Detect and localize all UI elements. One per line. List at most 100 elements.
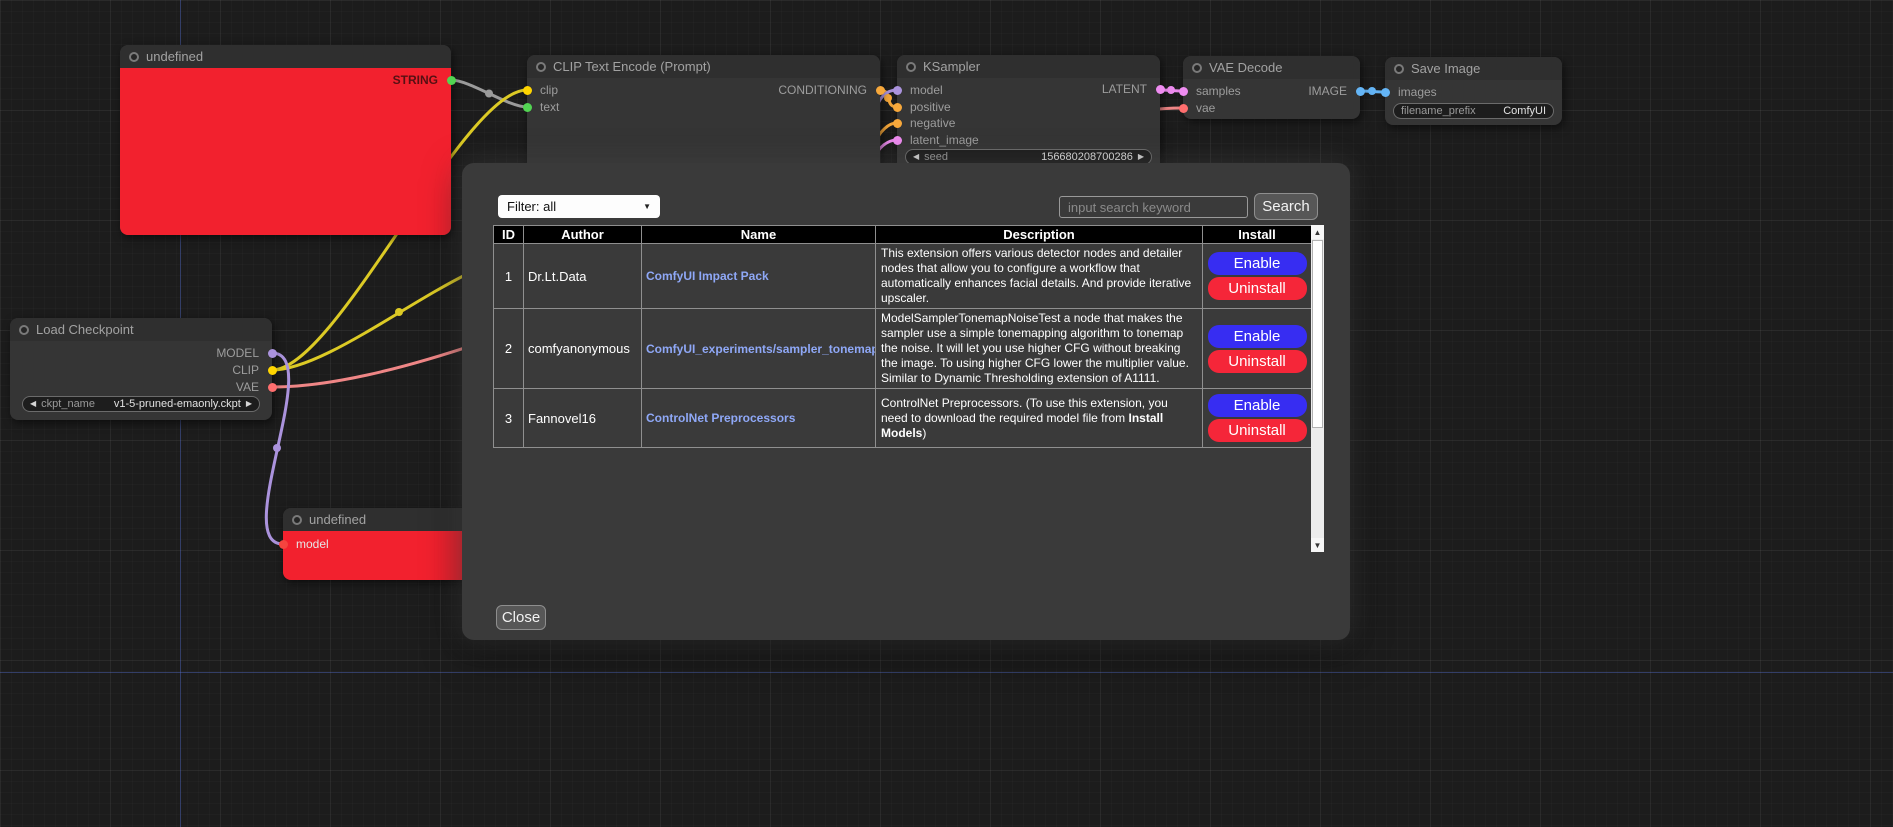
search-button[interactable]: Search — [1254, 193, 1318, 220]
enable-button[interactable]: Enable — [1208, 394, 1307, 417]
slot-label: images — [1398, 85, 1437, 99]
slot-label: latent_image — [910, 133, 979, 147]
output-slot-image[interactable]: IMAGE — [1183, 84, 1360, 98]
slot-label: vae — [1196, 101, 1215, 115]
table-header-row: ID Author Name Description Install — [494, 226, 1312, 244]
next-arrow-icon[interactable]: ▶ — [246, 400, 252, 408]
input-slot-latent-image[interactable]: latent_image — [897, 133, 1160, 147]
ckpt-name-widget[interactable]: ◀ ckpt_name v1-5-pruned-emaonly.ckpt ▶ — [22, 396, 260, 412]
scroll-down-icon[interactable]: ▼ — [1311, 538, 1324, 552]
extension-name-link[interactable]: ComfyUI Impact Pack — [646, 269, 769, 283]
collapse-icon[interactable] — [129, 52, 139, 62]
output-dot-clip[interactable] — [268, 366, 277, 375]
input-dot-latent-image[interactable] — [893, 136, 902, 145]
header-id: ID — [494, 226, 524, 244]
scroll-up-icon[interactable]: ▲ — [1311, 225, 1324, 239]
slot-label: STRING — [393, 73, 438, 87]
enable-button[interactable]: Enable — [1208, 252, 1307, 275]
link-midpoint-dot — [884, 94, 892, 102]
node-undefined-bottom[interactable]: undefined model — [283, 508, 483, 580]
node-graph-canvas[interactable]: undefined STRING CLIP Text Encode (Promp… — [0, 0, 1893, 827]
link-midpoint-dot — [485, 90, 493, 98]
canvas-axis-horizontal — [0, 672, 1893, 673]
decrement-arrow-icon[interactable]: ◀ — [913, 153, 919, 161]
header-description: Description — [876, 226, 1203, 244]
node-title: Load Checkpoint — [36, 322, 134, 337]
slot-label: model — [296, 537, 329, 551]
custom-nodes-manager-dialog: Filter: all ▼ Search ID Author Name Desc… — [462, 163, 1350, 640]
output-slot-latent[interactable]: LATENT — [897, 82, 1160, 96]
collapse-icon[interactable] — [292, 515, 302, 525]
table-scrollbar[interactable]: ▲ ▼ — [1311, 225, 1324, 552]
input-slot-images[interactable]: images — [1385, 85, 1562, 99]
wire-string-to-text — [451, 80, 527, 107]
cell-install: EnableUninstall — [1203, 309, 1312, 389]
cell-id: 2 — [494, 309, 524, 389]
input-dot-images[interactable] — [1381, 88, 1390, 97]
extension-table: ID Author Name Description Install 1Dr.L… — [493, 225, 1312, 448]
output-dot-image[interactable] — [1356, 87, 1365, 96]
input-dot-vae[interactable] — [1179, 104, 1188, 113]
uninstall-button[interactable]: Uninstall — [1208, 277, 1307, 300]
node-save-image[interactable]: Save Image images filename_prefix ComfyU… — [1385, 57, 1562, 125]
input-slot-negative[interactable]: negative — [897, 116, 1160, 130]
node-title-bar[interactable]: Load Checkpoint — [10, 318, 272, 341]
slot-label: LATENT — [1102, 82, 1147, 96]
output-dot-conditioning[interactable] — [876, 86, 885, 95]
widget-value: ComfyUI — [1503, 105, 1546, 117]
input-slot-vae[interactable]: vae — [1183, 101, 1360, 115]
node-title-bar[interactable]: CLIP Text Encode (Prompt) — [527, 55, 880, 78]
close-button[interactable]: Close — [496, 605, 546, 630]
widget-name: seed — [924, 151, 948, 163]
collapse-icon[interactable] — [536, 62, 546, 72]
uninstall-button[interactable]: Uninstall — [1208, 350, 1307, 373]
slot-label: MODEL — [216, 346, 259, 360]
input-slot-model[interactable]: model — [283, 537, 483, 551]
table-row: 1Dr.Lt.Data ComfyUI Impact Pack This exten… — [494, 244, 1312, 309]
widget-name: ckpt_name — [41, 398, 95, 410]
output-slot-string[interactable]: STRING — [120, 73, 451, 87]
output-dot-model[interactable] — [268, 349, 277, 358]
collapse-icon[interactable] — [19, 325, 29, 335]
previous-arrow-icon[interactable]: ◀ — [30, 400, 36, 408]
input-slot-positive[interactable]: positive — [897, 100, 1160, 114]
input-dot-text[interactable] — [523, 103, 532, 112]
node-title-bar[interactable]: undefined — [283, 508, 483, 531]
input-dot-model[interactable] — [279, 540, 288, 549]
cell-author: Dr.Lt.Data — [524, 244, 642, 309]
output-slot-conditioning[interactable]: CONDITIONING — [527, 83, 880, 97]
search-input[interactable] — [1059, 196, 1248, 218]
node-title-bar[interactable]: KSampler — [897, 55, 1160, 78]
node-title-bar[interactable]: VAE Decode — [1183, 56, 1360, 79]
filter-select[interactable]: Filter: all ▼ — [498, 195, 660, 218]
scrollbar-thumb[interactable] — [1312, 240, 1323, 428]
enable-button[interactable]: Enable — [1208, 325, 1307, 348]
node-title-bar[interactable]: undefined — [120, 45, 451, 68]
collapse-icon[interactable] — [1394, 64, 1404, 74]
slot-label: negative — [910, 116, 955, 130]
collapse-icon[interactable] — [906, 62, 916, 72]
output-dot-string[interactable] — [447, 76, 456, 85]
cell-name: ComfyUI_experiments/sampler_tonemap — [642, 309, 876, 389]
uninstall-button[interactable]: Uninstall — [1208, 419, 1307, 442]
extension-name-link[interactable]: ComfyUI_experiments/sampler_tonemap — [646, 342, 876, 356]
output-dot-vae[interactable] — [268, 383, 277, 392]
output-slot-model[interactable]: MODEL — [10, 346, 272, 360]
collapse-icon[interactable] — [1192, 63, 1202, 73]
input-slot-text[interactable]: text — [527, 100, 880, 114]
cell-description: This extension offers various detector n… — [876, 244, 1203, 309]
node-undefined-top[interactable]: undefined STRING — [120, 45, 451, 235]
node-vae-decode[interactable]: VAE Decode samples vae IMAGE — [1183, 56, 1360, 119]
output-slot-vae[interactable]: VAE — [10, 380, 272, 394]
filename-prefix-widget[interactable]: filename_prefix ComfyUI — [1393, 103, 1554, 119]
input-dot-negative[interactable] — [893, 119, 902, 128]
cell-id: 1 — [494, 244, 524, 309]
output-slot-clip[interactable]: CLIP — [10, 363, 272, 377]
node-load-checkpoint[interactable]: Load Checkpoint MODEL CLIP VAE ◀ ckpt_na… — [10, 318, 272, 420]
cell-description: ControlNet Preprocessors. (To use this e… — [876, 389, 1203, 448]
output-dot-latent[interactable] — [1156, 85, 1165, 94]
node-title-bar[interactable]: Save Image — [1385, 57, 1562, 80]
extension-name-link[interactable]: ControlNet Preprocessors — [646, 411, 795, 425]
input-dot-positive[interactable] — [893, 103, 902, 112]
increment-arrow-icon[interactable]: ▶ — [1138, 153, 1144, 161]
